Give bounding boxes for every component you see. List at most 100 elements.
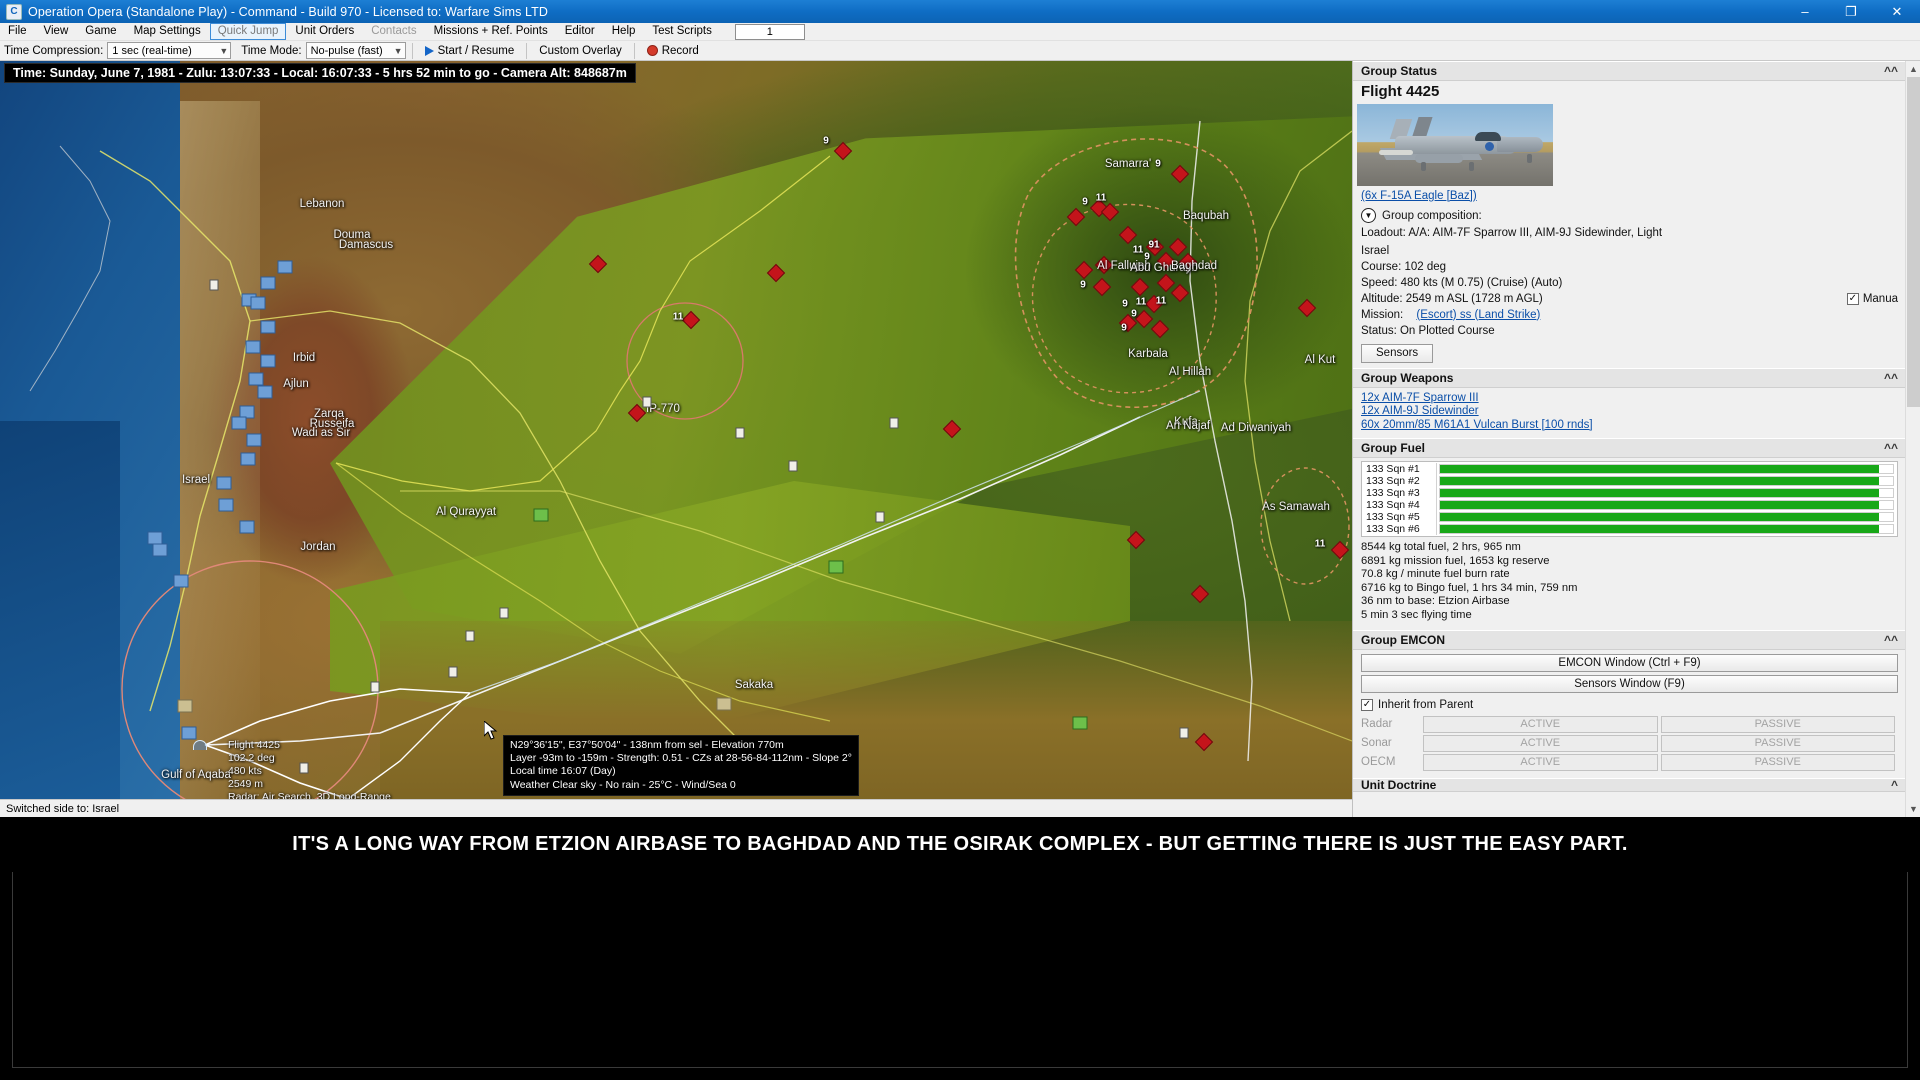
emcon-passive-button[interactable]: PASSIVE: [1661, 716, 1896, 733]
menu-item-map-settings[interactable]: Map Settings: [126, 23, 209, 40]
waypoint-icon[interactable]: [789, 461, 798, 472]
fuel-row[interactable]: 133 Sqn #2: [1363, 475, 1896, 487]
close-icon[interactable]: ✕: [1874, 0, 1920, 23]
emcon-active-button[interactable]: ACTIVE: [1423, 716, 1658, 733]
emcon-passive-button[interactable]: PASSIVE: [1661, 754, 1896, 771]
scrollbar-thumb[interactable]: [1907, 77, 1920, 407]
start-resume-button[interactable]: Start / Resume: [419, 42, 521, 60]
waypoint-icon[interactable]: [1180, 728, 1189, 739]
waypoint-icon[interactable]: [466, 631, 475, 642]
fuel-row[interactable]: 133 Sqn #1: [1363, 463, 1896, 475]
scroll-up-icon[interactable]: ▲: [1906, 61, 1920, 77]
weapon-link-2[interactable]: 60x 20mm/85 M61A1 Vulcan Burst [100 rnds…: [1361, 419, 1593, 431]
menu-item-help[interactable]: Help: [604, 23, 644, 40]
waypoint-icon[interactable]: [449, 667, 458, 678]
menu-item-game[interactable]: Game: [77, 23, 124, 40]
maximize-icon[interactable]: ❐: [1828, 0, 1874, 23]
start-resume-label: Start / Resume: [438, 45, 515, 57]
fuel-row[interactable]: 133 Sqn #5: [1363, 511, 1896, 523]
emcon-active-button[interactable]: ACTIVE: [1423, 754, 1658, 771]
inherit-from-parent-row[interactable]: ✓ Inherit from Parent: [1361, 696, 1898, 715]
facility-icon[interactable]: [251, 297, 266, 310]
friendly-facility-icon[interactable]: [829, 561, 844, 574]
facility-icon[interactable]: [182, 727, 197, 740]
section-header-group-fuel[interactable]: Group Fuel ^^: [1353, 438, 1906, 458]
waypoint-icon[interactable]: [371, 682, 380, 693]
waypoint-icon[interactable]: [300, 763, 309, 774]
facility-icon[interactable]: [261, 355, 276, 368]
chevron-down-icon[interactable]: ▼: [1361, 208, 1376, 223]
facility-icon[interactable]: [258, 386, 273, 399]
chevron-up-icon[interactable]: ^^: [1884, 441, 1898, 455]
facility-icon[interactable]: [278, 261, 293, 274]
section-header-group-status[interactable]: Group Status ^^: [1353, 61, 1906, 81]
weapon-link-0[interactable]: 12x AIM-7F Sparrow III: [1361, 392, 1479, 404]
friendly-facility-icon[interactable]: [534, 509, 549, 522]
aircraft-type-link[interactable]: (6x F-15A Eagle [Baz]): [1361, 190, 1477, 202]
waypoint-icon[interactable]: [876, 512, 885, 523]
selected-flight-icon[interactable]: [193, 740, 207, 750]
menubar-counter-input[interactable]: 1: [735, 24, 805, 40]
chevron-up-icon[interactable]: ^: [1891, 778, 1898, 792]
facility-icon[interactable]: [178, 700, 193, 713]
facility-icon[interactable]: [249, 373, 264, 386]
chevron-up-icon[interactable]: ^^: [1884, 64, 1898, 78]
menu-item-file[interactable]: File: [0, 23, 35, 40]
chevron-up-icon[interactable]: ^^: [1884, 371, 1898, 385]
inherit-from-parent-checkbox[interactable]: ✓: [1361, 699, 1373, 711]
sidebar-scrollbar[interactable]: ▲ ▼: [1905, 61, 1920, 817]
facility-icon[interactable]: [717, 698, 732, 711]
menu-item-editor[interactable]: Editor: [557, 23, 603, 40]
group-composition-row[interactable]: ▼ Group composition:: [1353, 204, 1906, 225]
sensors-window-button[interactable]: Sensors Window (F9): [1361, 675, 1898, 693]
waypoint-icon[interactable]: [736, 428, 745, 439]
section-header-group-emcon[interactable]: Group EMCON ^^: [1353, 630, 1906, 650]
waypoint-icon[interactable]: [890, 418, 899, 429]
facility-icon[interactable]: [240, 521, 255, 534]
emcon-passive-button[interactable]: PASSIVE: [1661, 735, 1896, 752]
facility-icon[interactable]: [153, 544, 168, 557]
weapon-link-1[interactable]: 12x AIM-9J Sidewinder: [1361, 405, 1479, 417]
facility-icon[interactable]: [261, 277, 276, 290]
waypoint-icon[interactable]: [500, 608, 509, 619]
menu-item-view[interactable]: View: [36, 23, 77, 40]
mission-link[interactable]: (Escort) ss (Land Strike): [1416, 309, 1540, 321]
fuel-row[interactable]: 133 Sqn #4: [1363, 499, 1896, 511]
waypoint-icon[interactable]: [210, 280, 219, 291]
emcon-window-button[interactable]: EMCON Window (Ctrl + F9): [1361, 654, 1898, 672]
facility-icon[interactable]: [247, 434, 262, 447]
menu-item-quick-jump[interactable]: Quick Jump: [210, 23, 287, 40]
custom-overlay-button[interactable]: Custom Overlay: [533, 42, 627, 60]
menu-item-unit-orders[interactable]: Unit Orders: [287, 23, 362, 40]
menu-item-contacts[interactable]: Contacts: [363, 23, 424, 40]
minimize-icon[interactable]: –: [1782, 0, 1828, 23]
facility-icon[interactable]: [232, 417, 247, 430]
section-header-group-weapons[interactable]: Group Weapons ^^: [1353, 368, 1906, 388]
record-button[interactable]: Record: [641, 42, 705, 60]
fuel-row[interactable]: 133 Sqn #6: [1363, 523, 1896, 535]
sensors-button[interactable]: Sensors: [1361, 344, 1433, 363]
fuel-row[interactable]: 133 Sqn #3: [1363, 487, 1896, 499]
facility-icon[interactable]: [219, 499, 234, 512]
scroll-down-icon[interactable]: ▼: [1906, 801, 1920, 817]
manual-altitude-checkbox[interactable]: ✓: [1847, 293, 1859, 305]
facility-icon[interactable]: [217, 477, 232, 490]
facility-icon[interactable]: [174, 575, 189, 588]
facility-icon[interactable]: [246, 341, 261, 354]
time-mode-select[interactable]: No-pulse (fast) ▼: [306, 42, 406, 59]
map-viewport[interactable]: 9991111919911911911119 LebanonDoumaDamas…: [0, 61, 1352, 799]
fuel-bar-track: [1439, 500, 1894, 510]
ip-waypoint-icon[interactable]: [643, 397, 652, 408]
fuel-unit-name: 133 Sqn #5: [1363, 511, 1437, 523]
emcon-row-oecm: OECMACTIVEPASSIVE: [1361, 753, 1898, 771]
facility-icon[interactable]: [241, 453, 256, 466]
fuel-bar-track: [1439, 488, 1894, 498]
chevron-up-icon[interactable]: ^^: [1884, 633, 1898, 647]
menu-item-missions-ref-points[interactable]: Missions + Ref. Points: [426, 23, 556, 40]
section-header-unit-doctrine[interactable]: Unit Doctrine ^: [1353, 778, 1906, 792]
menu-item-test-scripts[interactable]: Test Scripts: [644, 23, 719, 40]
time-compression-select[interactable]: 1 sec (real-time) ▼: [107, 42, 231, 59]
facility-icon[interactable]: [261, 321, 276, 334]
friendly-facility-icon[interactable]: [1073, 717, 1088, 730]
emcon-active-button[interactable]: ACTIVE: [1423, 735, 1658, 752]
